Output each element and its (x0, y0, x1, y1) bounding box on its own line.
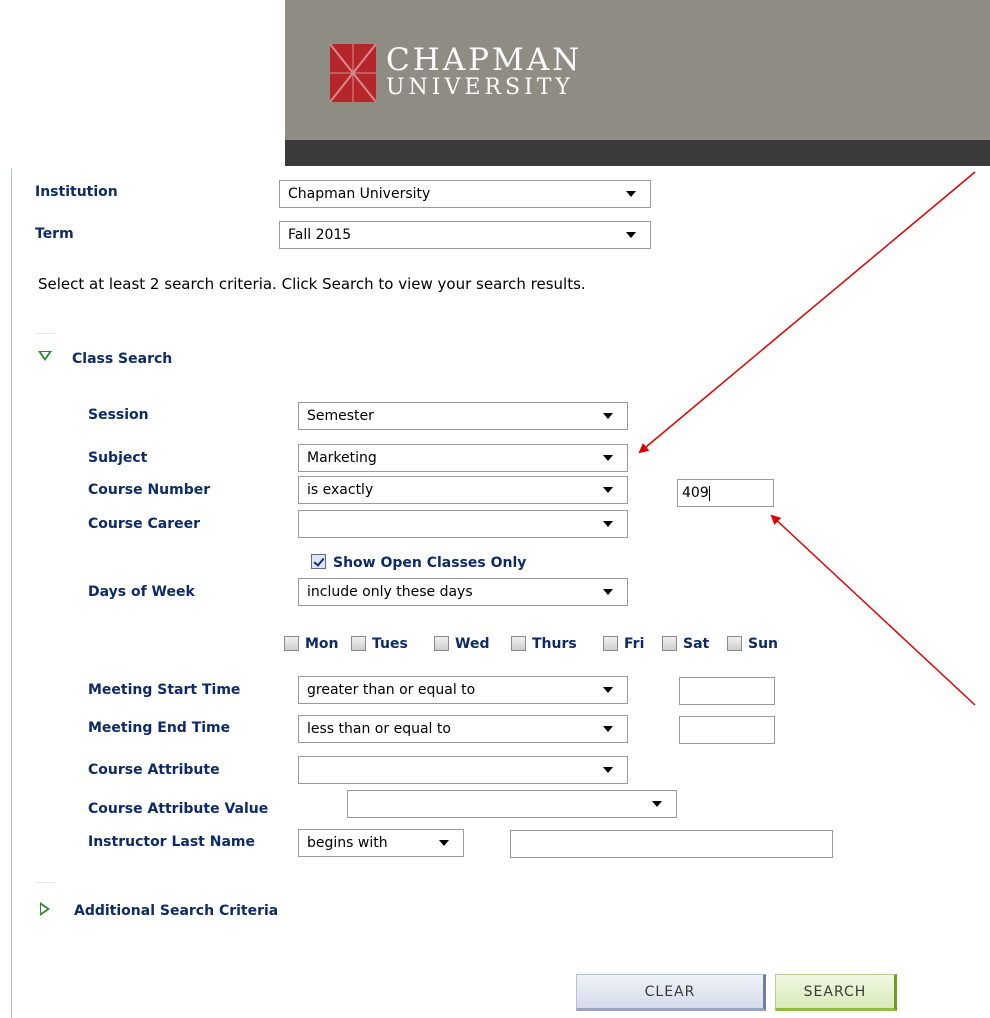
annotation-arrow-subject (638, 171, 976, 454)
annotation-arrow-course-number (770, 514, 976, 706)
annotation-arrows (638, 171, 976, 706)
